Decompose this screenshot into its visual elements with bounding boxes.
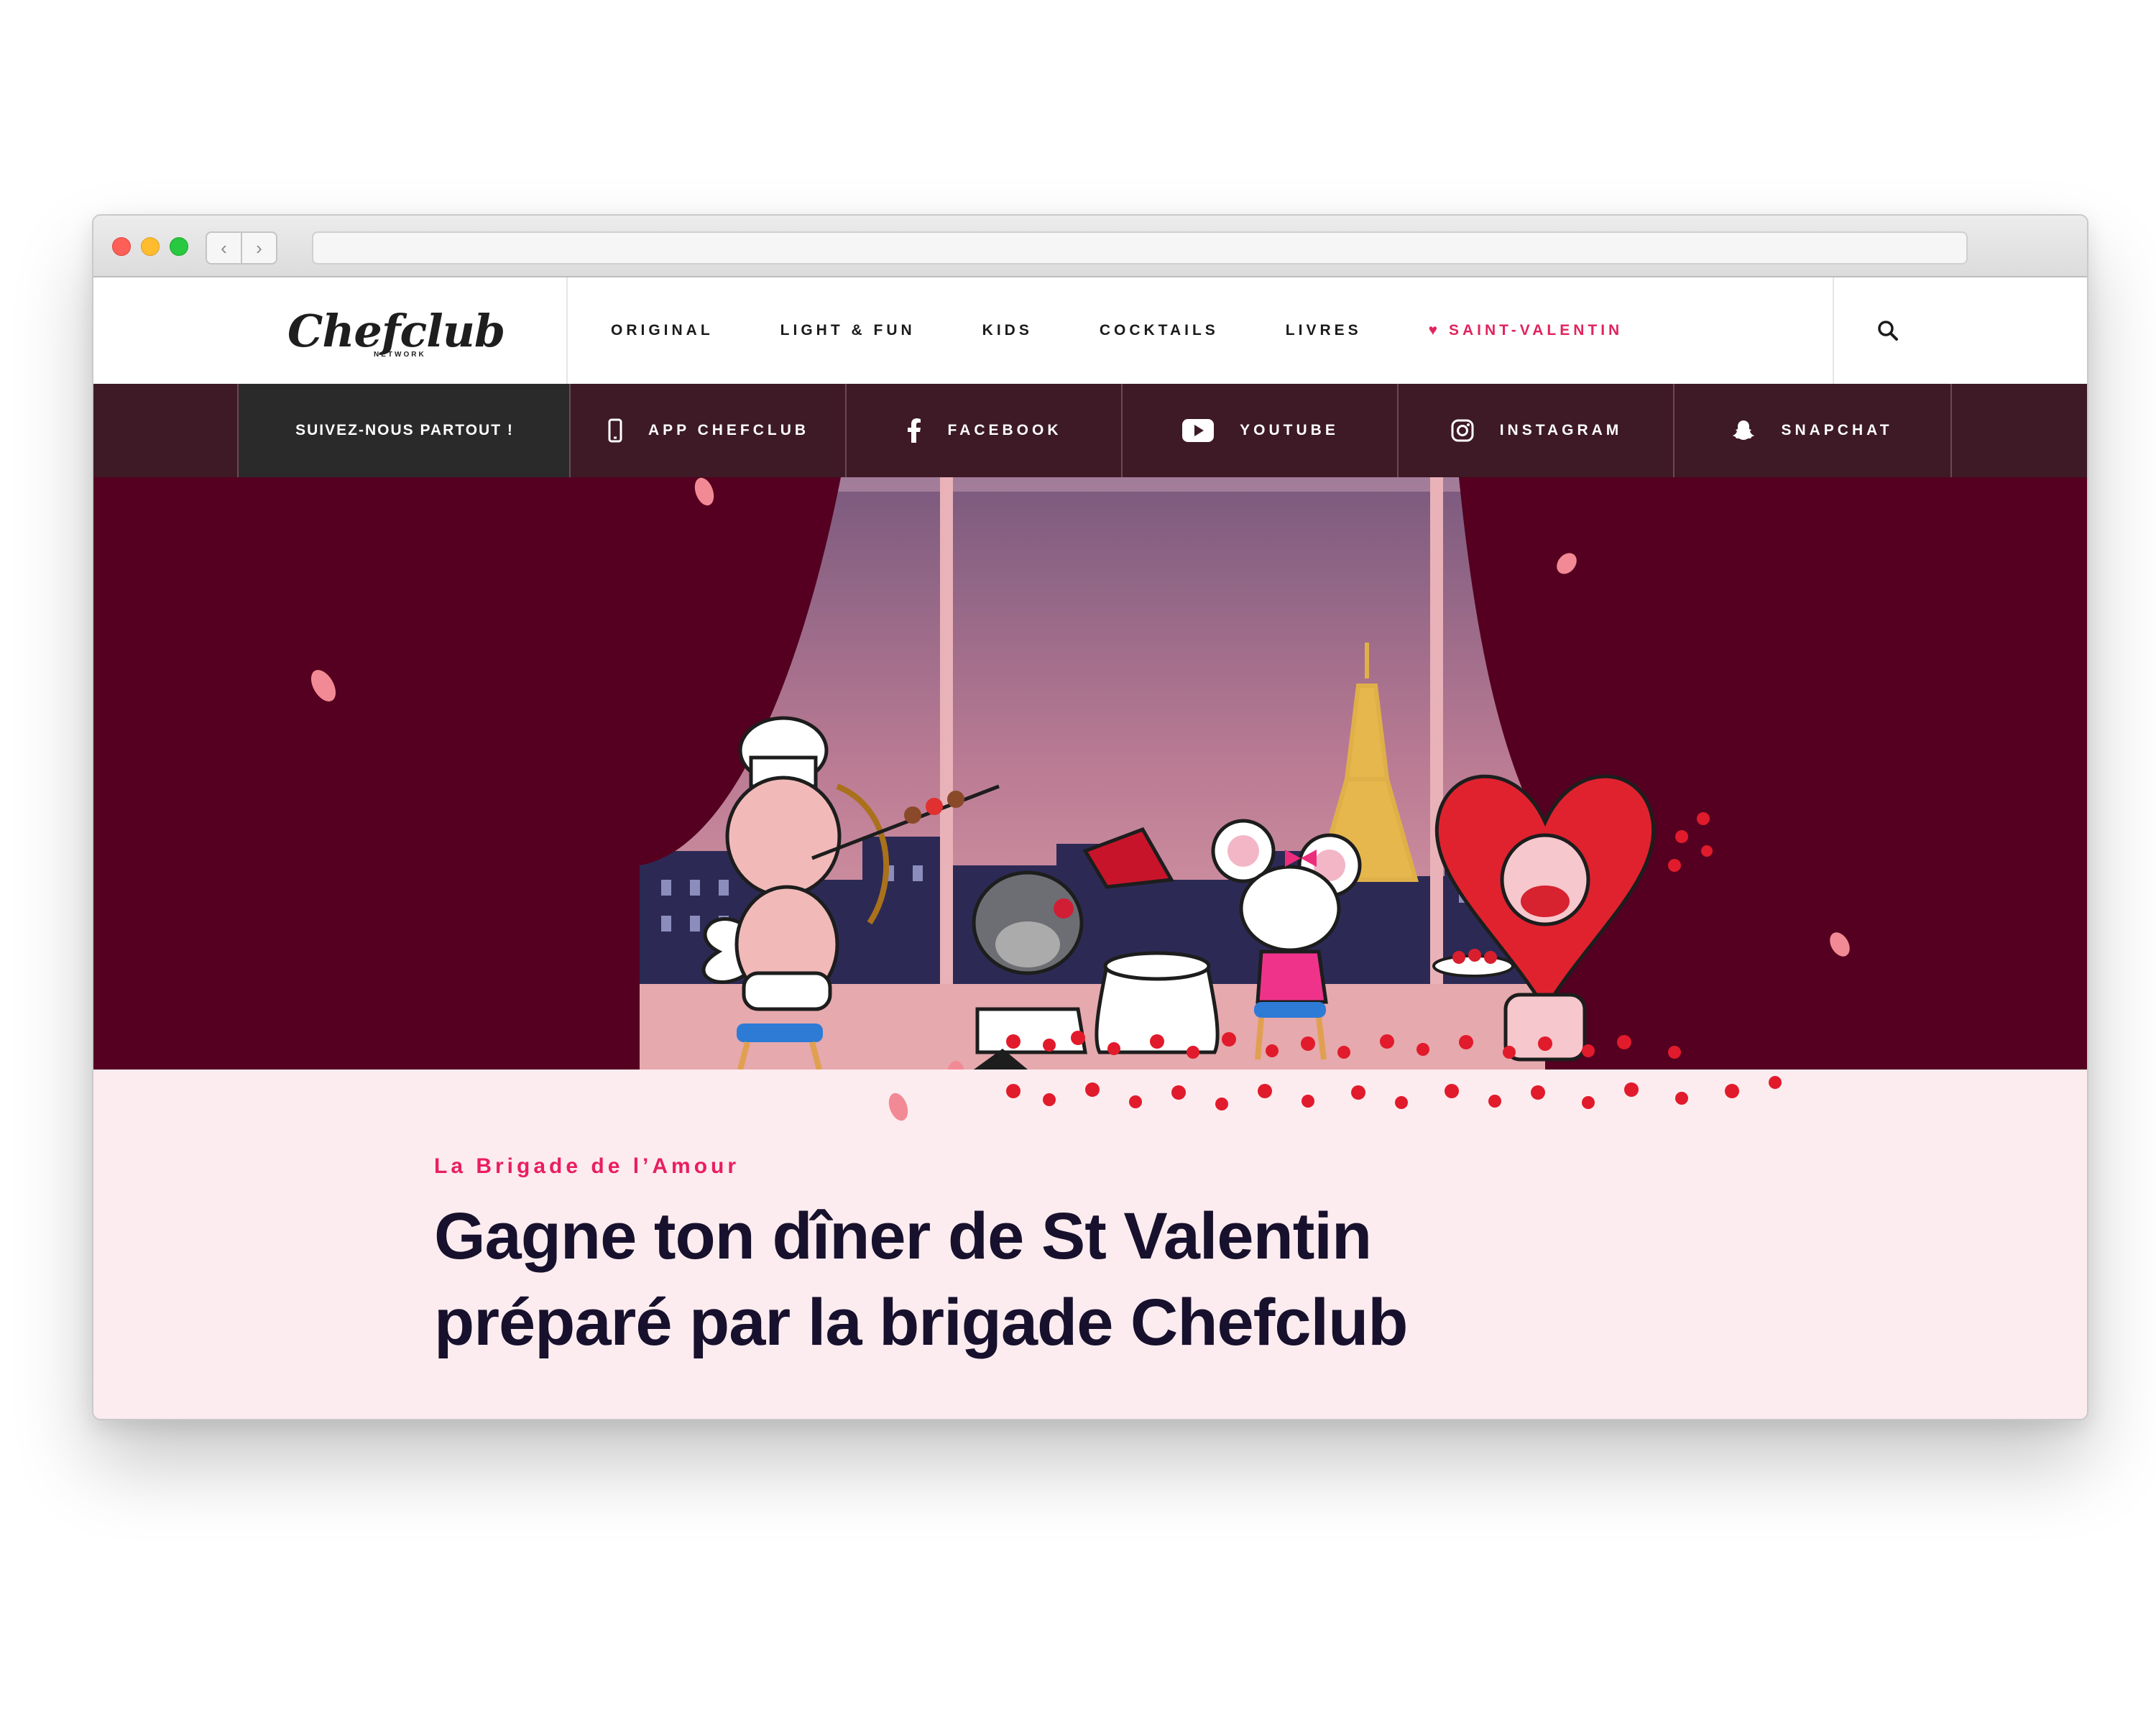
minimize-window-button[interactable] xyxy=(141,237,160,256)
forward-button[interactable]: › xyxy=(242,233,276,263)
nav-kids[interactable]: KIDS xyxy=(982,322,1033,339)
browser-window: ‹ › Chefclub NETWORK ORIGINAL LIGHT & FU… xyxy=(92,214,2088,1420)
maximize-window-button[interactable] xyxy=(170,237,188,256)
history-nav: ‹ › xyxy=(206,231,277,264)
social-youtube-label: YOUTUBE xyxy=(1240,422,1339,438)
social-snapchat-label: SNAPCHAT xyxy=(1781,422,1893,438)
address-bar[interactable] xyxy=(312,231,1968,264)
logo-subtitle: NETWORK xyxy=(374,351,426,359)
main-nav: ORIGINAL LIGHT & FUN KIDS COCKTAILS LIVR… xyxy=(611,277,1690,384)
nav-original[interactable]: ORIGINAL xyxy=(611,322,714,339)
social-youtube[interactable]: YOUTUBE xyxy=(1121,384,1399,477)
window-frame xyxy=(940,477,953,988)
social-instagram-label: INSTAGRAM xyxy=(1499,422,1623,438)
youtube-icon xyxy=(1182,419,1215,442)
hero-kicker: La Brigade de l’Amour xyxy=(434,1154,740,1178)
headline-line-1: Gagne ton dîner de St Valentin xyxy=(434,1200,1372,1273)
logo-area[interactable]: Chefclub NETWORK xyxy=(93,277,568,384)
nav-saint-valentin[interactable]: ♥ SAINT-VALENTIN xyxy=(1429,322,1623,339)
search-button[interactable] xyxy=(1833,277,2087,384)
social-app-chefclub[interactable]: APP CHEFCLUB xyxy=(569,384,847,477)
social-app-label: APP CHEFCLUB xyxy=(648,422,810,438)
valentine-scene xyxy=(93,477,2087,1070)
back-button[interactable]: ‹ xyxy=(207,233,242,263)
phone-icon xyxy=(608,418,622,443)
snapchat-icon xyxy=(1733,420,1755,440)
follow-us-label: SUIVEZ-NOUS PARTOUT ! xyxy=(237,384,571,477)
social-snapchat[interactable]: SNAPCHAT xyxy=(1673,384,1952,477)
floor-petals-2 xyxy=(888,1076,1782,1121)
instagram-icon xyxy=(1451,419,1474,442)
social-facebook[interactable]: FACEBOOK xyxy=(845,384,1123,477)
headline-line-2: préparé par la brigade Chefclub xyxy=(434,1286,1408,1359)
social-facebook-label: FACEBOOK xyxy=(947,422,1062,438)
close-window-button[interactable] xyxy=(112,237,131,256)
social-instagram[interactable]: INSTAGRAM xyxy=(1397,384,1674,477)
chefclub-logo[interactable]: Chefclub xyxy=(287,305,505,357)
browser-titlebar: ‹ › xyxy=(93,216,2087,277)
site-header: Chefclub NETWORK ORIGINAL LIGHT & FUN KI… xyxy=(93,277,2087,385)
nav-light-fun[interactable]: LIGHT & FUN xyxy=(780,322,916,339)
social-bar: SUIVEZ-NOUS PARTOUT ! APP CHEFCLUB FACEB… xyxy=(93,384,2087,478)
facebook-icon xyxy=(908,418,921,443)
hero-headline: Gagne ton dîner de St Valentin préparé p… xyxy=(434,1193,2015,1366)
hero-illustration xyxy=(93,477,2087,1070)
search-icon xyxy=(1878,321,1898,341)
nav-cocktails[interactable]: COCKTAILS xyxy=(1100,322,1219,339)
follow-us-text: SUIVEZ-NOUS PARTOUT ! xyxy=(295,422,514,438)
nav-livres[interactable]: LIVRES xyxy=(1286,322,1362,339)
